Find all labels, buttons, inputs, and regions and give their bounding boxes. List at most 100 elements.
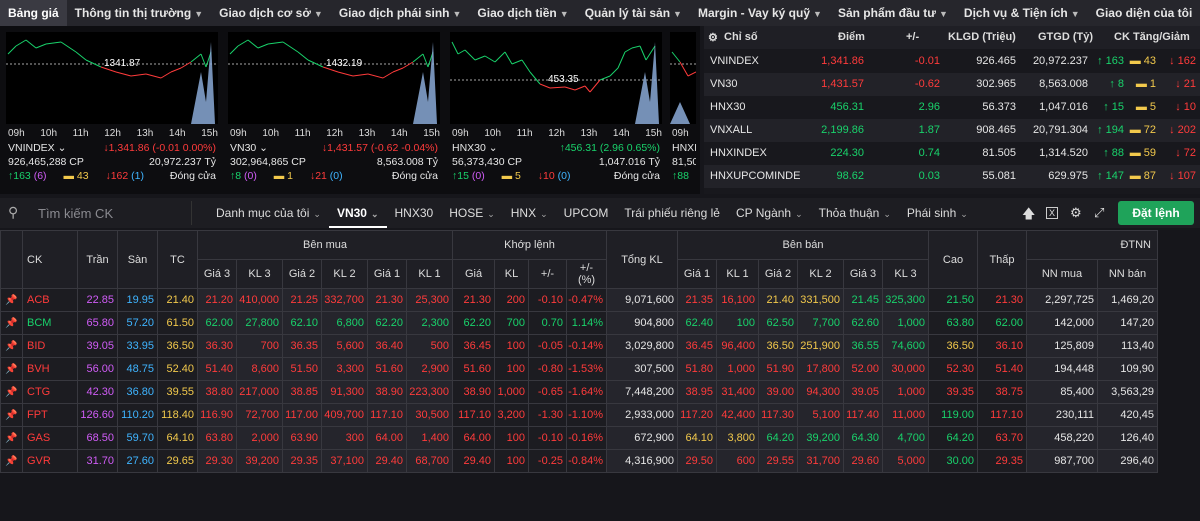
place-order-button[interactable]: Đặt lệnh [1118,201,1194,225]
board-tab-5[interactable]: UPCOM [556,198,617,228]
chevron-down-icon: ⌄ [540,209,548,219]
time-tick: 12h [104,128,121,139]
header-k3: KL 3 [236,259,283,289]
symbol-cell: GAS [22,426,78,450]
board-row[interactable]: 📌 BCM 65.80 57.20 61.50 62.00 27,800 62.10 6,800… [0,311,1158,335]
nav-label: Giao dịch phái sinh [338,6,450,20]
nav-item-5[interactable]: Quản lý tài sản ▼ [577,0,690,26]
index-chart-hnxindex[interactable]: 09h HNXINDEX ⌄ 81,50 ↑88 [670,32,696,192]
foreign-buy: 85,400 [1026,380,1098,404]
foreign-buy: 230,111 [1026,403,1098,427]
nav-item-1[interactable]: Thông tin thị trường ▼ [67,0,211,26]
nav-item-6[interactable]: Margin - Vay ký quỹ ▼ [690,0,830,26]
ask-cell: 11,000 [882,403,929,427]
nav-item-4[interactable]: Giao dịch tiền ▼ [469,0,576,26]
declines-count: ↓21 [307,170,327,182]
board-tab-1[interactable]: VN30 ⌄ [328,198,387,228]
nav-item-2[interactable]: Giao dịch cơ sở ▼ [211,0,331,26]
match-cell: 36.45 [452,334,495,358]
time-tick: 15h [645,128,662,139]
chart-info-row-1: VN30 ⌄ ↓1,431.57 (-0.62 -0.04%) [230,142,440,154]
match-cell: 62.20 [452,311,495,335]
index-unchanged: ▬ 59 [1129,147,1156,159]
index-unchanged: ▬ 5 [1135,101,1156,113]
index-row[interactable]: HNXUPCOMINDE 98.62 0.03 55.081 629.975 ↑ 147 ▬… [704,165,1200,188]
header-san: Sàn [117,230,158,289]
pin-icon[interactable]: 📌 [0,380,23,404]
index-point: 224.30 [830,147,864,159]
pin-icon[interactable]: 📌 [0,449,23,473]
board-tab-7[interactable]: CP Ngành ⌄ [728,198,811,228]
ask-cell: 64.20 [758,426,798,450]
time-tick: 12h [548,128,565,139]
index-advances: ↑ 147 [1097,170,1124,182]
board-tab-4[interactable]: HNX ⌄ [503,198,556,228]
board-row[interactable]: 📌 BVH 56.00 48.75 52.40 51.40 8,600 51.50 3,300 5… [0,357,1158,381]
ask-cell: 51.90 [758,357,798,381]
board-tab-3[interactable]: HOSE ⌄ [441,198,503,228]
board-tab-6[interactable]: Trái phiếu riêng lẻ [616,198,728,228]
reference-price: 21.40 [157,288,198,312]
board-tab-9[interactable]: Phái sinh ⌄ [899,198,976,228]
board-tab-2[interactable]: HNX30 [387,198,442,228]
board-tab-0[interactable]: Danh mục của tôi ⌄ [208,198,329,228]
index-row[interactable]: VNXALL 2,199.86 1.87 908.465 20,791.304 ↑ 194… [704,119,1200,142]
nav-item-7[interactable]: Sản phẩm đầu tư ▼ [830,0,956,26]
index-chart-hnx30[interactable]: 453.35 09h 10h 11h 12h 13h 14h 15h HNX30 ⌄ ↑456.3… [450,32,662,192]
header-low: Thấp [977,230,1027,289]
excel-icon[interactable]: X [1046,207,1059,219]
chart-volume: 302,964,865 CP [230,156,306,168]
index-row[interactable]: HNXINDEX 224.30 0.74 81.505 1,314.520 ↑ 88 ▬ 5… [704,142,1200,165]
high-price: 39.35 [928,380,978,404]
board-row[interactable]: 📌 GAS 68.50 59.70 64.10 63.80 2,000 63.90 300 64.… [0,426,1158,450]
board-row[interactable]: 📌 ACB 22.85 19.95 21.40 21.20 410,000 21.25 332,… [0,288,1158,312]
search-box[interactable]: ⚲ Tìm kiếm CK [6,201,192,225]
total-volume: 3,029,800 [606,334,678,358]
board-row[interactable]: 📌 BID 39.05 33.95 36.50 36.30 700 36.35 5,600 36.… [0,334,1158,358]
index-row[interactable]: HNX30 456.31 2.96 56.373 1,047.016 ↑ 15 ▬ 5 ↓ 1… [704,96,1200,119]
match-cell: -0.14% [566,334,607,358]
gear-icon[interactable]: ⚙ [708,31,718,44]
board-tab-8[interactable]: Thỏa thuận ⌄ [811,198,899,228]
pin-icon[interactable]: 📌 [0,357,23,381]
ceiling-price: 42.30 [77,380,118,404]
arrow-up-icon[interactable]: 🡅 [1022,205,1035,227]
advances-count: ↑163 [8,170,31,182]
search-input[interactable]: Tìm kiếm CK [38,206,113,221]
pin-icon[interactable]: 📌 [0,334,23,358]
nav-item-8[interactable]: Dịch vụ & Tiện ích ▼ [956,0,1088,26]
high-price: 30.00 [928,449,978,473]
index-row[interactable]: VNINDEX 1,341.86 -0.01 926.465 20,972.237 ↑ 1… [704,50,1200,73]
index-chart-vn30[interactable]: 1432.19 09h 10h 11h 12h 13h 14h 15h VN30 ⌄ ↓1,431… [228,32,440,192]
pin-icon[interactable]: 📌 [0,426,23,450]
pin-icon[interactable]: 📌 [0,288,23,312]
foreign-buy: 125,809 [1026,334,1098,358]
chart-price-label: 1432.19 [326,58,363,69]
chart-info-row-1: HNX30 ⌄ ↑456.31 (2.96 0.65%) [452,142,662,154]
reference-price: 61.50 [157,311,198,335]
bid-cell: 37,100 [321,449,368,473]
pin-icon[interactable]: 📌 [0,311,23,335]
board-row[interactable]: 📌 CTG 42.30 36.80 39.55 38.80 217,000 38.85 91,3… [0,380,1158,404]
pin-icon[interactable]: 📌 [0,403,23,427]
gear-icon[interactable]: ⚙ [1070,205,1082,221]
board-row[interactable]: 📌 GVR 31.70 27.60 29.65 29.30 39,200 29.35 37,10… [0,449,1158,473]
ask-cell: 331,500 [797,288,844,312]
bid-cell: 117.10 [367,403,407,427]
index-unchanged: ▬ 43 [1129,55,1156,67]
reference-price: 52.40 [157,357,198,381]
board-row[interactable]: 📌 FPT 126.60 110.20 118.40 116.90 72,700 117.00… [0,403,1158,427]
nav-item-0[interactable]: Bảng giá [0,0,67,26]
ask-cell: 29.60 [843,449,883,473]
index-name: VNXALL [710,124,753,136]
bid-cell: 25,300 [406,288,453,312]
index-value: 20,972.237 [1032,55,1088,67]
ask-cell: 62.50 [758,311,798,335]
chevron-down-icon: ⌄ [795,209,803,219]
index-row[interactable]: VN30 1,431.57 -0.62 302.965 8,563.008 ↑ 8 ▬ 1 ↓… [704,73,1200,96]
high-price: 36.50 [928,334,978,358]
nav-item-3[interactable]: Giao dịch phái sinh ▼ [331,0,470,26]
nav-item-9[interactable]: Giao diện của tôi [1088,0,1200,26]
index-chart-vnindex[interactable]: 1341.87 09h 10h 11h 12h 13h 14h 15h VNINDEX ⌄ ↓1,… [6,32,218,192]
expand-icon[interactable]: ⤢ [1094,205,1104,221]
